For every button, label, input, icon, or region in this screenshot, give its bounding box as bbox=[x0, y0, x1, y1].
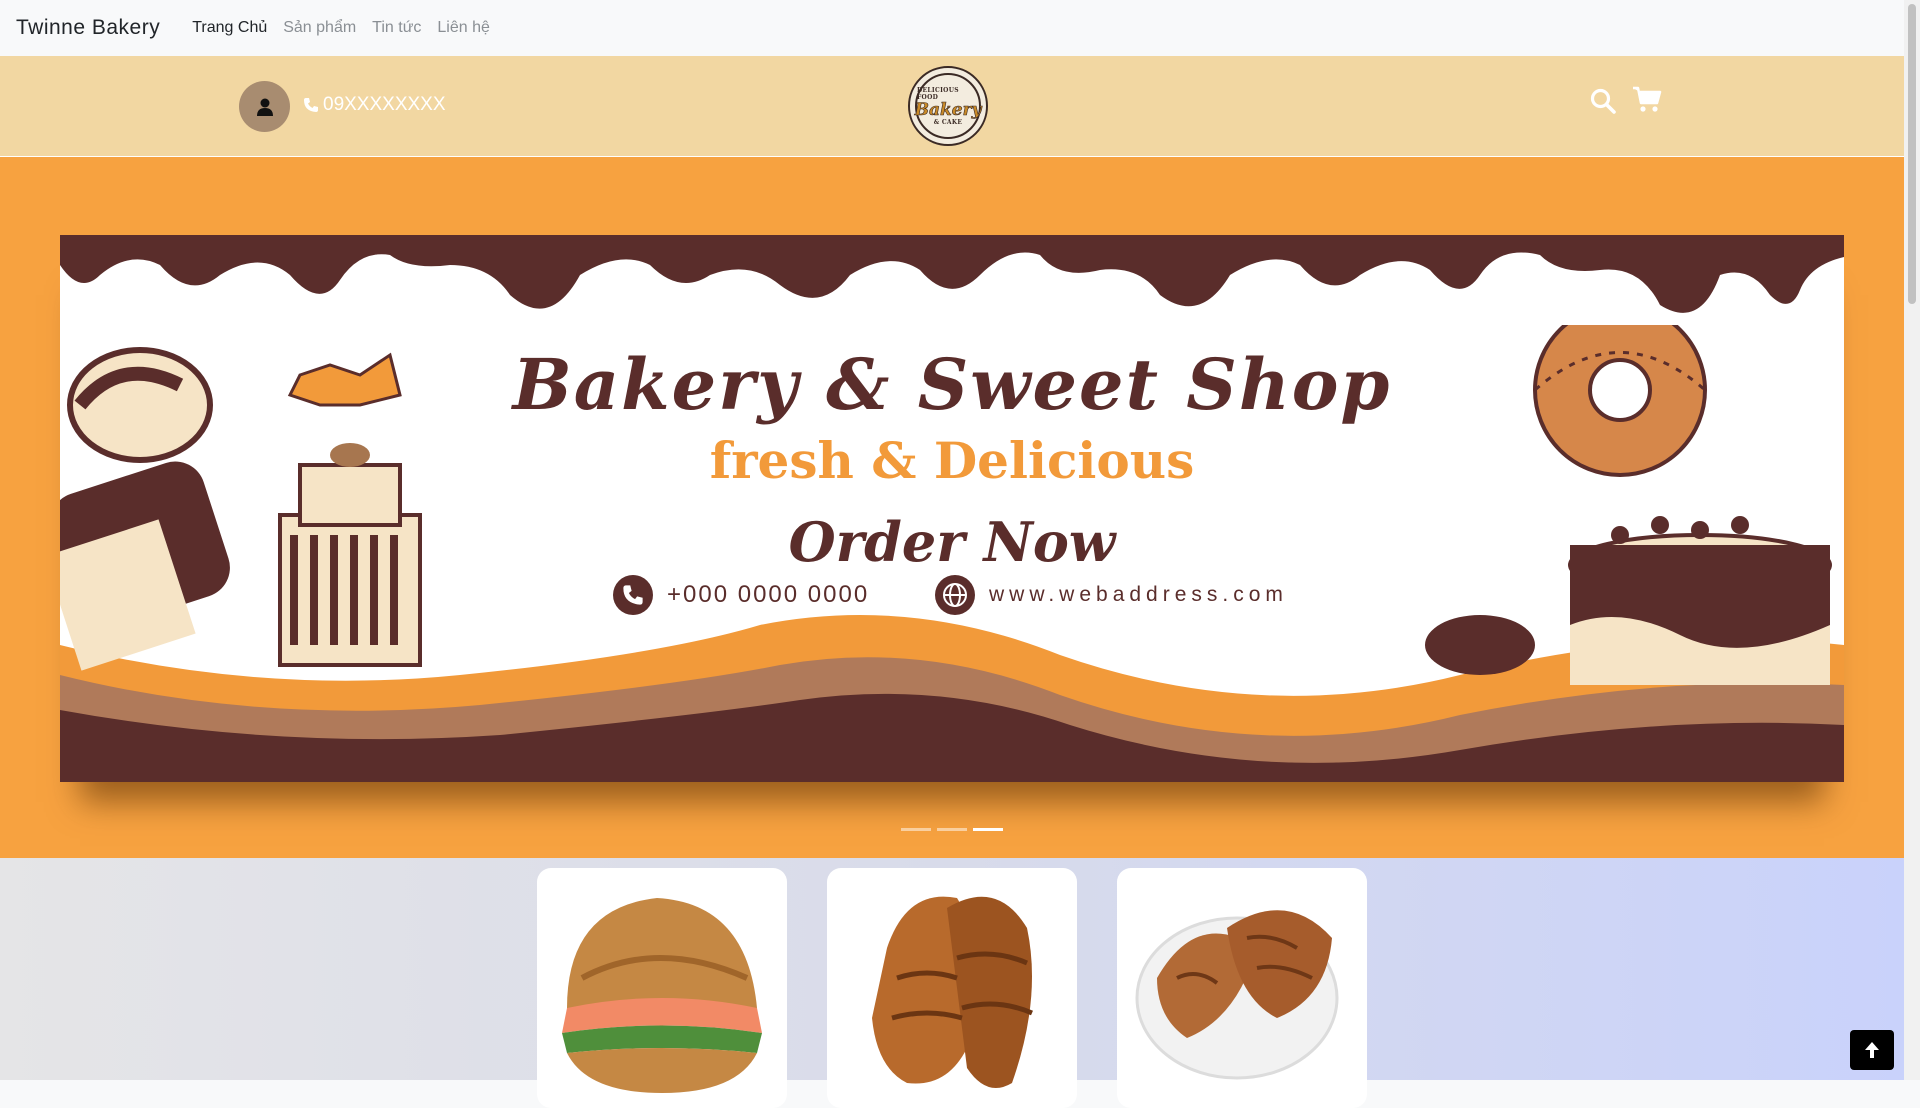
logo-top-text: DELICIOUS FOOD bbox=[917, 86, 959, 101]
header-bar: 09XXXXXXXX DELICIOUS FOOD Bakery & CAKE bbox=[0, 56, 1904, 157]
banner-phone-icon bbox=[613, 575, 653, 615]
bakery-logo[interactable]: DELICIOUS FOOD Bakery & CAKE bbox=[908, 66, 988, 146]
banner-cta: Order Now bbox=[788, 510, 1116, 574]
user-account-button[interactable] bbox=[239, 81, 290, 132]
arrow-up-icon bbox=[1865, 1042, 1879, 1058]
salmon-sandwich-image bbox=[562, 898, 762, 1093]
nav-links: Trang Chủ Sản phẩm Tin tức Liên hệ bbox=[184, 0, 498, 56]
phone-number: 09XXXXXXXX bbox=[323, 94, 446, 115]
cart-icon[interactable] bbox=[1632, 86, 1662, 114]
banner-title: Bakery & Sweet Shop bbox=[512, 343, 1392, 426]
carousel-indicator-3[interactable] bbox=[973, 828, 1003, 831]
brand-link[interactable]: Twinne Bakery bbox=[16, 16, 160, 40]
phone-icon bbox=[304, 98, 318, 112]
logo-main-text: Bakery bbox=[914, 99, 982, 120]
user-icon bbox=[256, 98, 273, 116]
product-section bbox=[0, 858, 1904, 1108]
banner-subtitle: fresh & Delicious bbox=[709, 431, 1195, 490]
nav-news[interactable]: Tin tức bbox=[364, 0, 429, 56]
carousel-indicators bbox=[901, 828, 1003, 831]
phone-link[interactable]: 09XXXXXXXX bbox=[303, 94, 446, 116]
chocolate-drip-top bbox=[60, 235, 1844, 313]
scrollbar-thumb[interactable] bbox=[1908, 4, 1916, 304]
back-to-top-button[interactable] bbox=[1850, 1030, 1894, 1070]
nav-products[interactable]: Sản phẩm bbox=[275, 0, 364, 56]
carousel-indicator-1[interactable] bbox=[901, 828, 931, 831]
banner-phone-number: +000 0000 0000 bbox=[667, 581, 870, 608]
banner-web-address: www.webaddress.com bbox=[989, 583, 1288, 606]
logo-sub-text: & CAKE bbox=[933, 118, 963, 126]
carousel-indicator-2[interactable] bbox=[937, 828, 967, 831]
top-navbar: Twinne Bakery Trang Chủ Sản phẩm Tin tức… bbox=[0, 0, 1904, 56]
nav-contact[interactable]: Liên hệ bbox=[429, 0, 498, 56]
banner-phone: +000 0000 0000 bbox=[613, 575, 869, 615]
product-card[interactable] bbox=[537, 868, 787, 1108]
croissants-plate-image bbox=[1135, 910, 1339, 1080]
search-icon[interactable] bbox=[1590, 88, 1616, 114]
banner-web: www.webaddress.com bbox=[935, 575, 1288, 615]
banner-slide[interactable]: Bakery & Sweet Shop fresh & Delicious Or… bbox=[60, 235, 1844, 782]
nav-home[interactable]: Trang Chủ bbox=[184, 0, 275, 56]
globe-icon bbox=[935, 575, 975, 615]
hero-carousel: Bakery & Sweet Shop fresh & Delicious Or… bbox=[0, 157, 1904, 858]
page-scrollbar[interactable] bbox=[1904, 0, 1920, 1080]
logo-badge: DELICIOUS FOOD Bakery & CAKE bbox=[914, 73, 982, 139]
chocolate-croissant-image bbox=[872, 896, 1033, 1088]
product-card[interactable] bbox=[827, 868, 1077, 1108]
product-card[interactable] bbox=[1117, 868, 1367, 1108]
